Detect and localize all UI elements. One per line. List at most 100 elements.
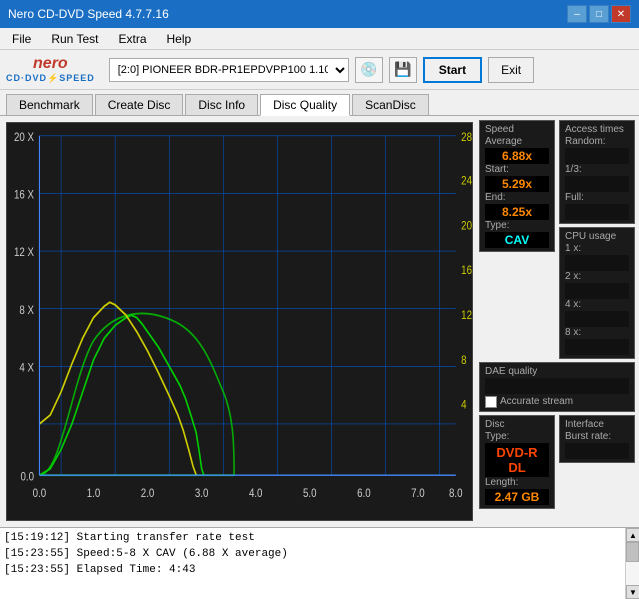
svg-text:0.0: 0.0 [33,487,47,500]
disc-type-section: Disc Type: DVD-R DL Length: 2.47 GB [479,415,555,509]
logo: nero CD·DVD⚡SPEED [6,55,95,84]
svg-text:3.0: 3.0 [195,487,209,500]
start-value: 5.29x [485,176,549,192]
cpu-8x-label: 8 x: [565,327,629,338]
close-button[interactable]: ✕ [611,5,631,23]
disc-type-value: DVD-R DL [485,443,549,477]
main-content: 20 X 16 X 12 X 8 X 4 X 0.0 28 24 20 16 1… [0,116,639,527]
scroll-up-button[interactable]: ▲ [626,528,639,542]
cpu-1x-value [565,255,629,271]
type-value: CAV [485,232,549,248]
cpu-2x-label: 2 x: [565,271,629,282]
cpu-4x-value [565,311,629,327]
burst-value [565,443,629,459]
log-entry: [15:23:55] Speed:5-8 X CAV (6.88 X avera… [4,546,621,562]
drive-selector[interactable]: [2:0] PIONEER BDR-PR1EPDVPP100 1.10 [109,58,349,82]
interface-panel: Interface Burst rate: [559,415,635,463]
svg-text:5.0: 5.0 [303,487,317,500]
cpu-1x-label: 1 x: [565,243,629,254]
dae-value [485,378,629,394]
random-value [565,148,629,164]
full-value [565,204,629,220]
svg-text:4.0: 4.0 [249,487,263,500]
speed-label: Speed [485,124,549,135]
cpu-section: CPU usage 1 x: 2 x: 4 x: 8 x: [559,227,635,359]
titlebar: Nero CD-DVD Speed 4.7.7.16 – □ ✕ [0,0,639,28]
end-label: End: [485,192,549,203]
dae-label: DAE quality [485,366,629,377]
toolbar: nero CD·DVD⚡SPEED [2:0] PIONEER BDR-PR1E… [0,50,639,90]
cpu-2x-value [565,283,629,299]
svg-text:28: 28 [461,131,472,144]
disc-length-value: 2.47 GB [485,489,549,505]
onethird-value [565,176,629,192]
svg-text:2.0: 2.0 [141,487,155,500]
log-scrollbar: ▲ ▼ [625,528,639,599]
tabs: Benchmark Create Disc Disc Info Disc Qua… [0,90,639,116]
svg-text:12 X: 12 X [14,246,34,259]
svg-text:7.0: 7.0 [411,487,425,500]
disc-section: Disc Type: DVD-R DL Length: 2.47 GB [479,415,555,509]
menu-extra[interactable]: Extra [110,30,154,48]
right-panel: Speed Average 6.88x Start: 5.29x End: 8.… [479,116,639,527]
svg-text:4 X: 4 X [19,362,34,375]
chart-area: 20 X 16 X 12 X 8 X 4 X 0.0 28 24 20 16 1… [6,122,473,521]
speed-section: Speed Average 6.88x Start: 5.29x End: 8.… [479,120,555,252]
svg-text:20 X: 20 X [14,131,34,144]
menubar: File Run Test Extra Help [0,28,639,50]
menu-help[interactable]: Help [159,30,200,48]
access-times-stats: Access times Random: 1/3: Full: CPU usag… [559,120,635,359]
svg-text:8: 8 [461,354,466,367]
exit-button[interactable]: Exit [488,57,534,83]
eject-icon-button[interactable]: 💿 [355,57,383,83]
random-label: Random: [565,136,629,147]
onethird-label: 1/3: [565,164,629,175]
disc-length-label: Length: [485,477,549,488]
svg-text:0.0: 0.0 [21,471,35,484]
access-label: Access times [565,124,629,135]
scroll-track [626,542,639,585]
disc-label: Disc [485,419,549,430]
accurate-row: Accurate stream [485,396,629,408]
svg-text:1.0: 1.0 [87,487,101,500]
menu-runtest[interactable]: Run Test [43,30,106,48]
accurate-label: Accurate [500,396,539,407]
tab-discinfo[interactable]: Disc Info [185,94,258,115]
speed-stats: Speed Average 6.88x Start: 5.29x End: 8.… [479,120,555,359]
svg-text:4: 4 [461,399,466,412]
type-label: Type: [485,220,549,231]
average-label: Average [485,136,549,147]
full-label: Full: [565,192,629,203]
accurate-checkbox[interactable] [485,396,497,408]
tab-discquality[interactable]: Disc Quality [260,94,350,116]
tab-benchmark[interactable]: Benchmark [6,94,93,115]
svg-text:20: 20 [461,220,472,233]
log-area: [15:19:12] Starting transfer rate test [… [0,527,639,599]
titlebar-title: Nero CD-DVD Speed 4.7.7.16 [8,7,169,21]
svg-text:16 X: 16 X [14,189,34,202]
accurate-label2: stream [542,396,573,407]
end-value: 8.25x [485,204,549,220]
titlebar-buttons: – □ ✕ [567,5,631,23]
average-value: 6.88x [485,148,549,164]
scroll-down-button[interactable]: ▼ [626,585,639,599]
disc-interface-row: Disc Type: DVD-R DL Length: 2.47 GB Inte… [479,415,635,509]
scroll-thumb[interactable] [626,542,639,562]
menu-file[interactable]: File [4,30,39,48]
save-icon-button[interactable]: 💾 [389,57,417,83]
interface-section: Interface Burst rate: [559,415,635,509]
start-label: Start: [485,164,549,175]
interface-label: Interface [565,419,629,430]
svg-text:6.0: 6.0 [357,487,371,500]
svg-text:8.0: 8.0 [449,487,463,500]
start-button[interactable]: Start [423,57,482,83]
stats-top: Speed Average 6.88x Start: 5.29x End: 8.… [479,120,635,359]
tab-createdisc[interactable]: Create Disc [95,94,184,115]
cpu-8x-value [565,339,629,355]
maximize-button[interactable]: □ [589,5,609,23]
nero-logo-sub: CD·DVD⚡SPEED [6,73,95,84]
log-entry: [15:19:12] Starting transfer rate test [4,530,621,546]
tab-scandisc[interactable]: ScanDisc [352,94,429,115]
minimize-button[interactable]: – [567,5,587,23]
nero-logo: nero [33,55,68,73]
